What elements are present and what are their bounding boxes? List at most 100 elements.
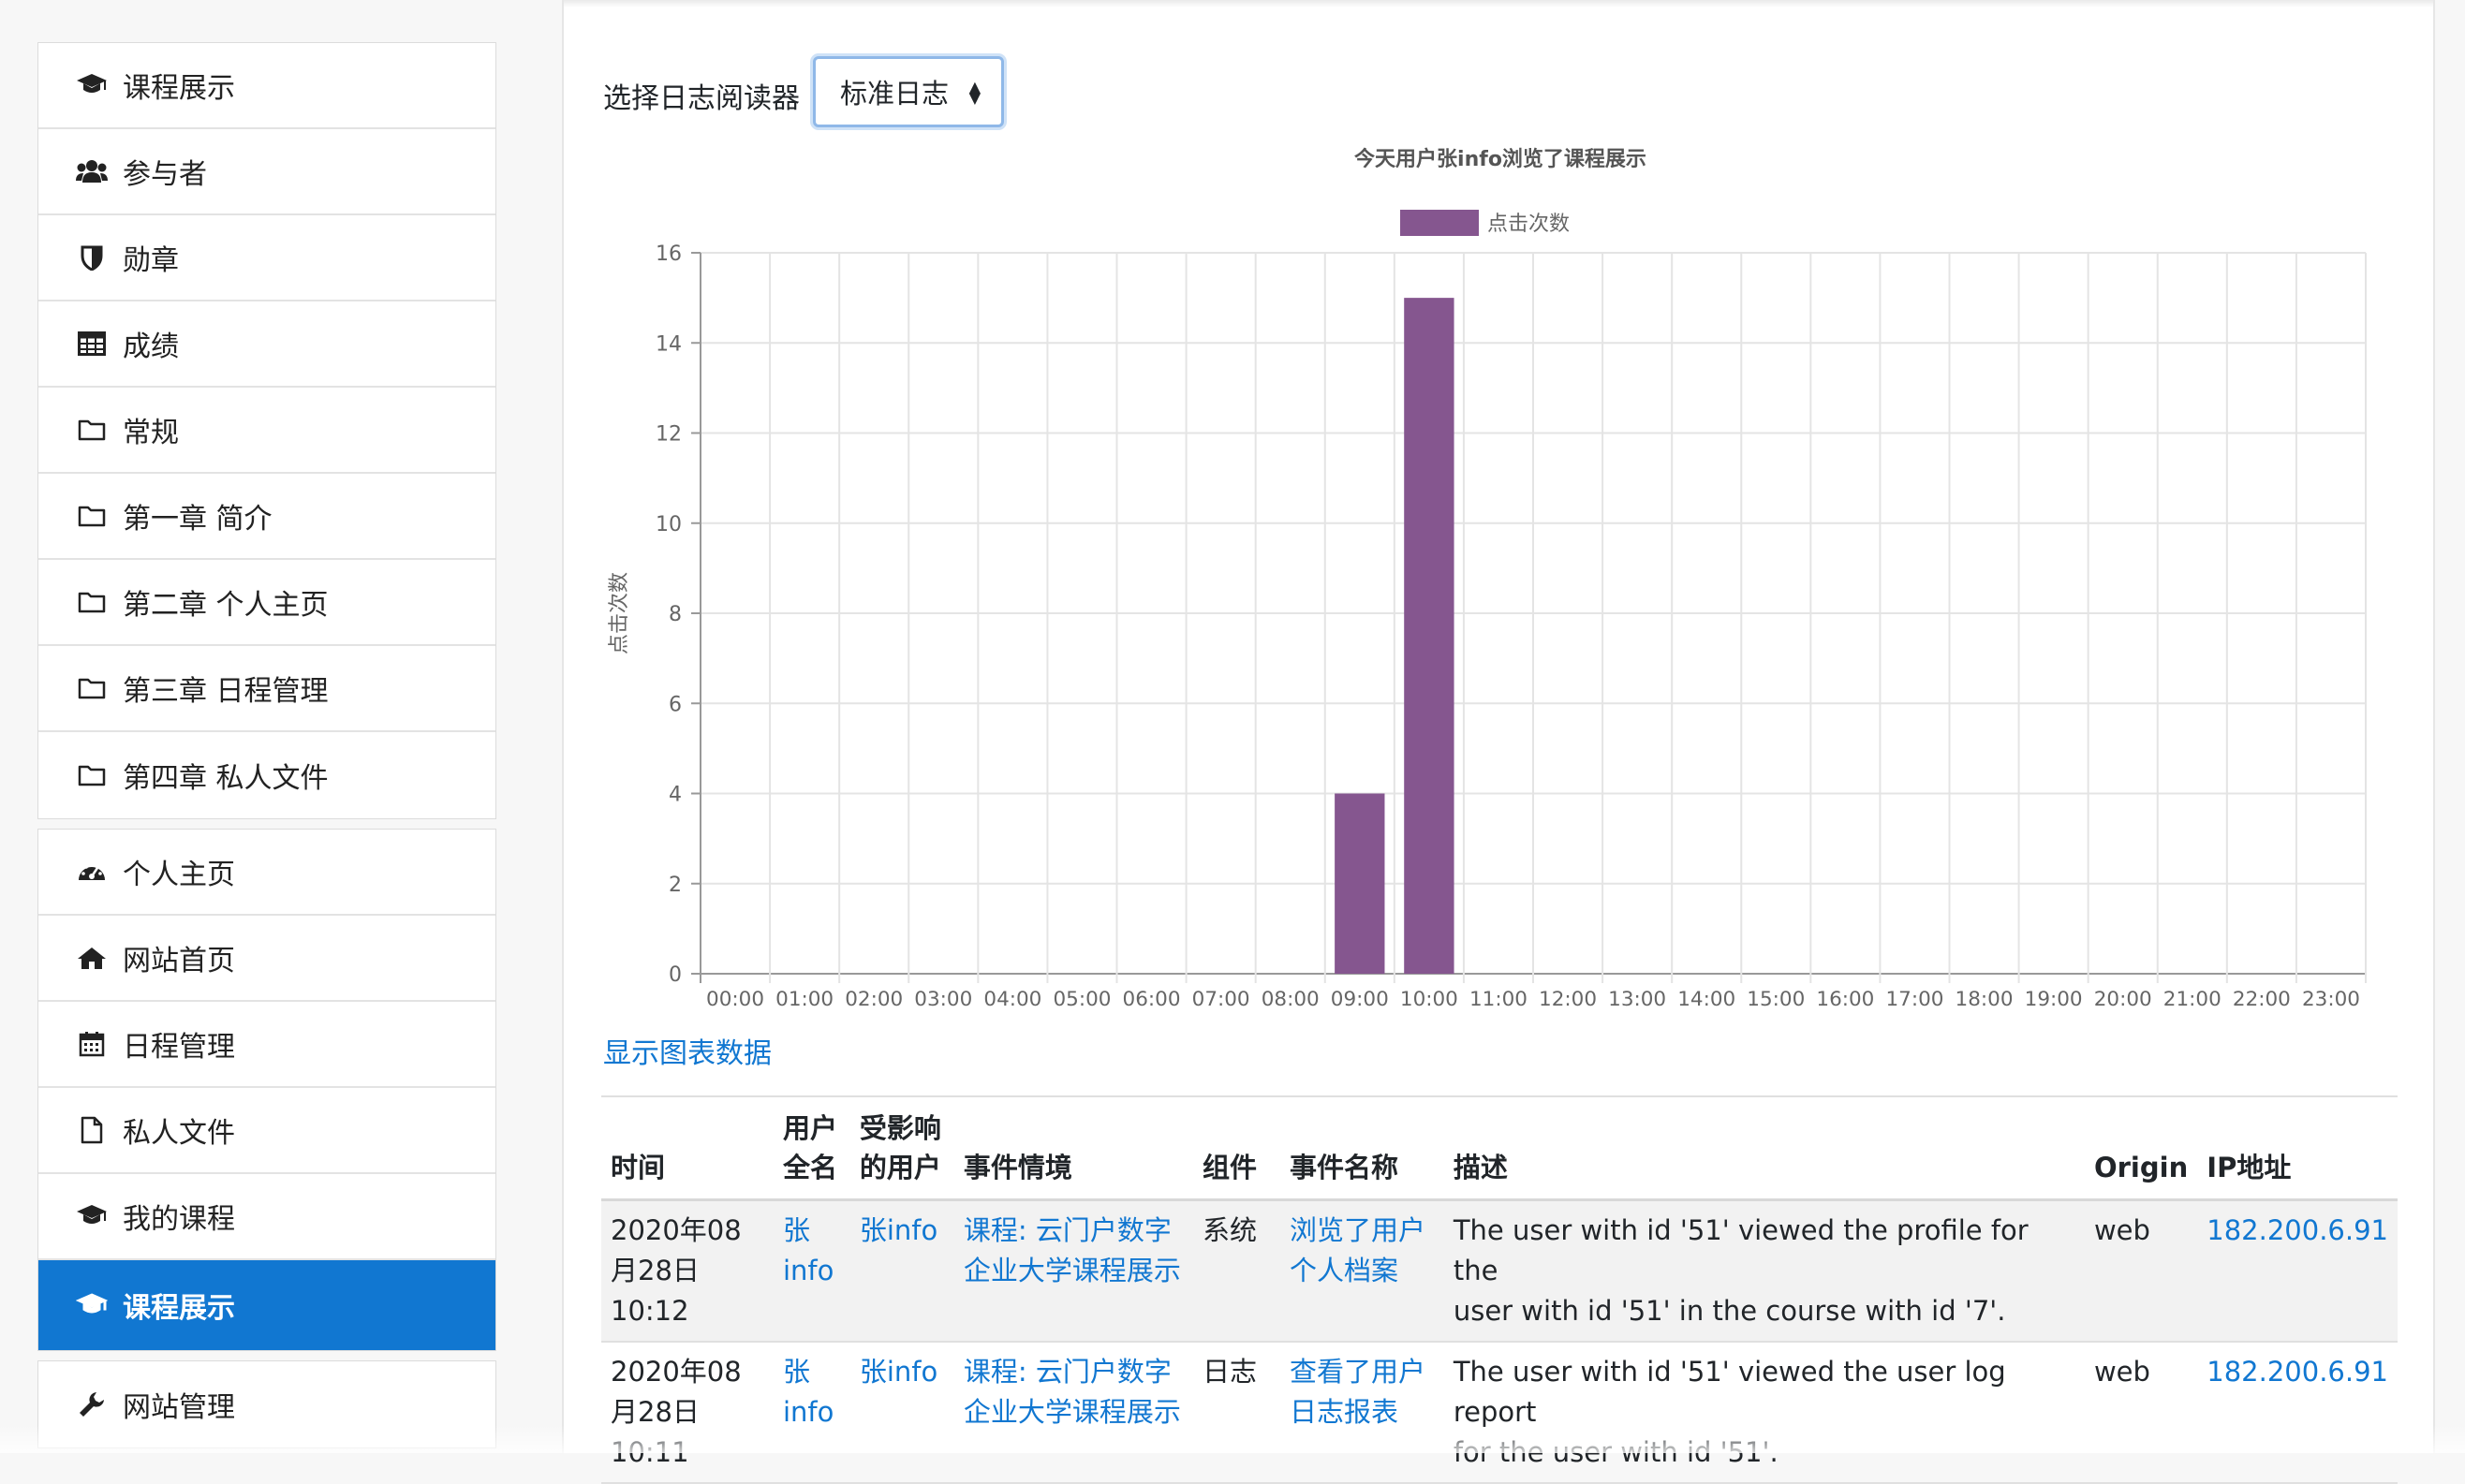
y-tick-label: 2 bbox=[669, 874, 682, 897]
log-reader-select[interactable]: 标准日志 ▲ ▼ bbox=[813, 56, 1004, 127]
y-tick-label: 6 bbox=[669, 693, 682, 716]
nav-chapter-4[interactable]: 第四章 私人文件 bbox=[38, 732, 495, 818]
table-row: 2020年08月28日10:11 张info 张info 课程: 云门户数字企业… bbox=[601, 1342, 2398, 1484]
nav-participants[interactable]: 参与者 bbox=[38, 129, 495, 215]
main-content: 选择日志阅读器 标准日志 ▲ ▼ 今天用户张info浏览了课程展示 点击次数 点击… bbox=[562, 0, 2435, 1484]
nav-label: 课程展示 bbox=[123, 1292, 235, 1325]
log-reader-label: 选择日志阅读器 bbox=[603, 82, 800, 115]
bottom-fade bbox=[0, 1425, 2465, 1453]
y-axis-label: 点击次数 bbox=[608, 572, 631, 654]
x-axis-ticks: 00:00 01:00 02:00 03:00 04:00 05:00 06:00 07:00… bbox=[706, 988, 2360, 1011]
cell-ip-link[interactable]: 182.200.6.91 bbox=[2197, 1199, 2398, 1343]
th-time[interactable]: 时间 bbox=[601, 1103, 774, 1201]
show-chart-data-link[interactable]: 显示图表数据 bbox=[603, 1030, 772, 1071]
log-reader-value: 标准日志 bbox=[840, 78, 950, 110]
x-tick-label: 07:00 bbox=[1192, 988, 1250, 1011]
nav-label: 我的课程 bbox=[123, 1203, 235, 1236]
cell-context-link[interactable]: 课程: 云门户数字 企业大学课程展示 bbox=[953, 1199, 1194, 1343]
y-tick-label: 14 bbox=[656, 332, 682, 356]
cell-affected-user-link[interactable]: 张info bbox=[849, 1342, 954, 1484]
table-icon bbox=[76, 328, 108, 360]
nav-label: 常规 bbox=[123, 417, 179, 449]
nav-general[interactable]: 常规 bbox=[38, 388, 495, 474]
nav-dashboard[interactable]: 个人主页 bbox=[38, 830, 495, 916]
nav-grades[interactable]: 成绩 bbox=[38, 301, 495, 388]
cell-event-name-link[interactable]: 浏览了用户 个人档案 bbox=[1279, 1199, 1444, 1343]
x-tick-label: 03:00 bbox=[914, 988, 972, 1011]
nav-label: 参与者 bbox=[123, 158, 207, 191]
nav-label: 课程展示 bbox=[123, 72, 235, 105]
hits-chart: 今天用户张info浏览了课程展示 点击次数 点击次数 0 2 4 6 8 10 12 14 16… bbox=[608, 147, 2367, 1011]
y-axis-ticks: 0 2 4 6 8 10 12 14 16 bbox=[656, 242, 701, 987]
calendar-icon bbox=[76, 1028, 108, 1060]
y-tick-label: 16 bbox=[656, 242, 682, 266]
nav-site-home[interactable]: 网站首页 bbox=[38, 916, 495, 1002]
th-affected-user[interactable]: 受影响 的用户 bbox=[849, 1103, 954, 1201]
bar-0900 bbox=[1335, 793, 1385, 974]
th-event-context[interactable]: 事件情境 bbox=[953, 1103, 1194, 1201]
x-tick-label: 13:00 bbox=[1608, 988, 1666, 1011]
cell-description: The user with id '51' viewed the profile… bbox=[1443, 1199, 2085, 1343]
x-tick-label: 20:00 bbox=[2094, 988, 2152, 1011]
folder-icon bbox=[76, 586, 108, 618]
nav-chapter-3[interactable]: 第三章 日程管理 bbox=[38, 646, 495, 732]
table-header-row: 时间 用户 全名 受影响 的用户 事件情境 组件 事件名称 描述 Origin IP… bbox=[601, 1103, 2398, 1201]
x-tick-label: 08:00 bbox=[1262, 988, 1320, 1011]
cell-origin: web bbox=[2084, 1342, 2198, 1484]
th-user-fullname[interactable]: 用户 全名 bbox=[774, 1103, 850, 1201]
y-tick-label: 4 bbox=[669, 784, 682, 807]
sort-caret-icon: ▲ ▼ bbox=[968, 78, 981, 107]
dashboard-icon bbox=[76, 856, 108, 888]
chart-title: 今天用户张info浏览了课程展示 bbox=[1354, 147, 1646, 171]
nav-chapter-2[interactable]: 第二章 个人主页 bbox=[38, 560, 495, 646]
x-tick-label: 18:00 bbox=[1956, 988, 2014, 1011]
shield-icon bbox=[76, 242, 108, 273]
cell-time: 2020年08月28日10:11 bbox=[601, 1342, 774, 1484]
th-component[interactable]: 组件 bbox=[1193, 1103, 1280, 1201]
nav-label: 第一章 简介 bbox=[123, 503, 273, 536]
nav-private-files[interactable]: 私人文件 bbox=[38, 1088, 495, 1174]
file-icon bbox=[76, 1114, 108, 1146]
th-origin[interactable]: Origin bbox=[2084, 1103, 2198, 1201]
x-tick-label: 16:00 bbox=[1816, 988, 1874, 1011]
y-tick-label: 12 bbox=[656, 423, 682, 447]
cell-event-name-link[interactable]: 查看了用户 日志报表 bbox=[1279, 1342, 1444, 1484]
nav-badges[interactable]: 勋章 bbox=[38, 215, 495, 301]
cell-user-link[interactable]: 张 info bbox=[774, 1199, 850, 1343]
x-tick-label: 00:00 bbox=[706, 988, 764, 1011]
cell-component: 系统 bbox=[1193, 1199, 1280, 1343]
x-tick-label: 14:00 bbox=[1677, 988, 1735, 1011]
cell-context-link[interactable]: 课程: 云门户数字 企业大学课程展示 bbox=[953, 1342, 1194, 1484]
nav-label: 勋章 bbox=[123, 244, 179, 277]
graduation-cap-icon bbox=[76, 1289, 108, 1321]
th-description[interactable]: 描述 bbox=[1443, 1103, 2085, 1201]
cell-time: 2020年08 月28日 10:12 bbox=[601, 1199, 774, 1343]
home-icon bbox=[76, 942, 108, 974]
nav-chapter-1[interactable]: 第一章 简介 bbox=[38, 474, 495, 560]
legend-swatch bbox=[1400, 210, 1479, 236]
top-edge bbox=[564, 0, 2433, 7]
graduation-cap-icon bbox=[76, 1200, 108, 1232]
th-event-name[interactable]: 事件名称 bbox=[1279, 1103, 1444, 1201]
x-tick-label: 22:00 bbox=[2233, 988, 2291, 1011]
cell-ip-link[interactable]: 182.200.6.91 bbox=[2197, 1342, 2398, 1484]
x-tick-label: 23:00 bbox=[2302, 988, 2360, 1011]
nav-label: 私人文件 bbox=[123, 1117, 235, 1150]
cell-affected-user-link[interactable]: 张info bbox=[849, 1199, 954, 1343]
nav-label: 第四章 私人文件 bbox=[123, 762, 329, 795]
cell-user-link[interactable]: 张 info bbox=[774, 1342, 850, 1484]
nav-calendar[interactable]: 日程管理 bbox=[38, 1002, 495, 1088]
wrench-icon bbox=[76, 1388, 108, 1420]
nav-course-showcase[interactable]: 课程展示 bbox=[38, 43, 495, 129]
cell-origin: web bbox=[2084, 1199, 2198, 1343]
graduation-cap-icon bbox=[76, 69, 108, 101]
chart-legend[interactable]: 点击次数 bbox=[1400, 210, 1570, 236]
chart-grid bbox=[700, 252, 2367, 983]
users-icon bbox=[76, 155, 108, 187]
x-tick-label: 10:00 bbox=[1400, 988, 1458, 1011]
nav-my-courses[interactable]: 我的课程 bbox=[38, 1174, 495, 1260]
x-tick-label: 21:00 bbox=[2163, 988, 2221, 1011]
nav-course-showcase-active[interactable]: 课程展示 bbox=[38, 1260, 495, 1350]
x-tick-label: 06:00 bbox=[1123, 988, 1181, 1011]
th-ip-address[interactable]: IP地址 bbox=[2197, 1103, 2398, 1201]
